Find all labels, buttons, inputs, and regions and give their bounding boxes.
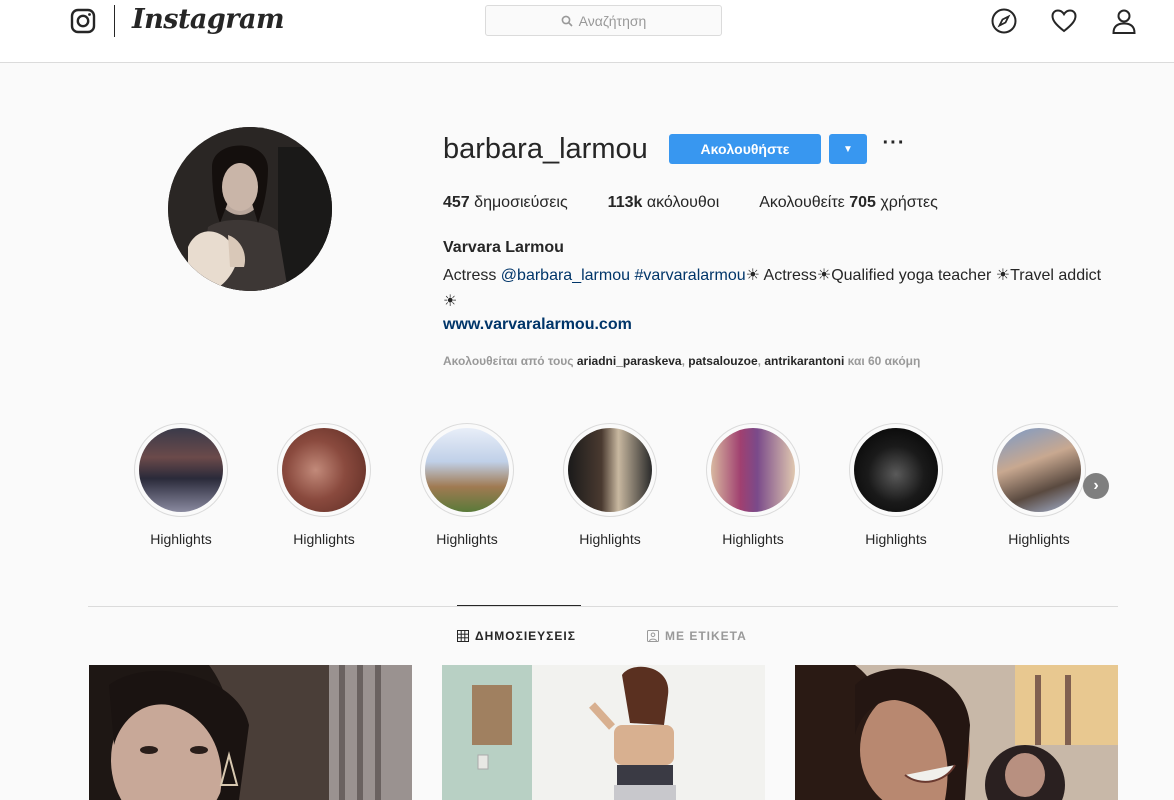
profile-username: barbara_larmou [443, 133, 648, 165]
highlight-item[interactable]: Highlights [560, 423, 660, 547]
highlight-label: Highlights [436, 531, 498, 547]
follow-button[interactable]: Ακολουθήστε [669, 134, 821, 164]
instagram-glyph-icon[interactable] [70, 8, 96, 34]
highlight-ring [706, 423, 800, 517]
highlight-item[interactable]: Highlights [703, 423, 803, 547]
profile-bio: Actress @barbara_larmou #varvaralarmou☀ … [443, 263, 1113, 315]
following-count: 705 [849, 194, 876, 211]
highlight-label: Highlights [722, 531, 784, 547]
top-navigation: Instagram Αναζήτηση [0, 0, 1174, 63]
highlight-item[interactable]: Highlights [846, 423, 946, 547]
tabs-divider [88, 606, 1118, 607]
post-thumbnail[interactable] [795, 665, 1118, 800]
profile-stats: 457 δημοσιεύσεις 113k ακόλουθοι Ακολουθε… [443, 194, 978, 212]
post-image [795, 665, 1118, 800]
followed-by-name: antrikarantoni [764, 354, 845, 368]
search-input[interactable]: Αναζήτηση [485, 5, 722, 36]
bio-text-start: Actress [443, 267, 501, 284]
highlight-cover [568, 428, 652, 512]
highlights-next-button[interactable]: › [1083, 473, 1109, 499]
highlight-cover [282, 428, 366, 512]
highlight-cover [425, 428, 509, 512]
followed-by-name: ariadni_paraskeva [576, 354, 682, 368]
following-prefix: Ακολουθείτε [759, 194, 845, 211]
compass-icon[interactable] [990, 7, 1018, 35]
bio-hashtag-link[interactable]: #varvaralarmou [634, 267, 745, 284]
followed-by-prefix: Ακολουθείται από τους [443, 354, 577, 368]
following-suffix: χρήστες [880, 194, 938, 211]
tab-posts-label: ΔΗΜΟΣΙΕΥΣΕΙΣ [475, 629, 576, 643]
heart-icon[interactable] [1050, 7, 1078, 35]
search-icon [561, 15, 573, 27]
highlight-ring [420, 423, 514, 517]
highlight-ring [277, 423, 371, 517]
bio-mention-link[interactable]: @barbara_larmou [501, 267, 630, 284]
followers-label: ακόλουθοι [646, 194, 720, 211]
highlight-cover [997, 428, 1081, 512]
following-stat[interactable]: Ακολουθείτε 705 χρήστες [759, 194, 938, 212]
highlight-item[interactable]: Highlights [989, 423, 1089, 547]
followed-by-suffix: και 60 ακόμη [844, 354, 921, 368]
active-tab-indicator [457, 605, 581, 606]
highlight-label: Highlights [579, 531, 641, 547]
post-thumbnail[interactable] [89, 665, 412, 800]
avatar-photo [168, 127, 332, 291]
followed-by-text[interactable]: Ακολουθείται από τους ariadni_paraskeva,… [443, 354, 920, 368]
grid-icon [457, 630, 469, 642]
highlight-item[interactable]: Highlights [131, 423, 231, 547]
instagram-wordmark[interactable]: Instagram [132, 4, 285, 35]
posts-label: δημοσιεύσεις [474, 194, 568, 211]
highlight-label: Highlights [1008, 531, 1070, 547]
highlight-label: Highlights [865, 531, 927, 547]
highlight-ring [992, 423, 1086, 517]
more-options-button[interactable]: ··· [880, 133, 908, 161]
story-highlights-tray: Highlights Highlights Highlights Highlig… [131, 423, 1121, 553]
followed-by-name: patsalouzoe [688, 354, 758, 368]
posts-count: 457 [443, 194, 470, 211]
highlight-label: Highlights [150, 531, 212, 547]
tagged-user-icon [647, 630, 659, 642]
tab-tagged[interactable]: ΜΕ ΕΤΙΚΕΤΑ [647, 629, 747, 643]
suggestions-dropdown-button[interactable]: ▼ [829, 134, 867, 164]
profile-full-name: Varvara Larmou [443, 239, 564, 256]
post-image [89, 665, 412, 800]
highlight-ring [563, 423, 657, 517]
search-placeholder: Αναζήτηση [578, 12, 647, 29]
highlight-item[interactable]: Highlights [274, 423, 374, 547]
profile-avatar[interactable] [168, 127, 332, 291]
highlight-cover [139, 428, 223, 512]
highlight-ring [134, 423, 228, 517]
followers-count: 113k [607, 194, 643, 211]
tab-tagged-label: ΜΕ ΕΤΙΚΕΤΑ [665, 629, 747, 643]
highlight-ring [849, 423, 943, 517]
followers-stat[interactable]: 113k ακόλουθοι [608, 194, 720, 212]
highlight-cover [711, 428, 795, 512]
posts-stat: 457 δημοσιεύσεις [443, 194, 568, 212]
highlight-cover [854, 428, 938, 512]
post-image [442, 665, 765, 800]
post-thumbnail[interactable] [442, 665, 765, 800]
highlight-label: Highlights [293, 531, 355, 547]
user-icon[interactable] [1110, 7, 1138, 35]
tab-posts[interactable]: ΔΗΜΟΣΙΕΥΣΕΙΣ [457, 629, 576, 643]
profile-website-link[interactable]: www.varvaralarmou.com [443, 316, 632, 334]
logo-divider [114, 5, 115, 37]
highlight-item[interactable]: Highlights [417, 423, 517, 547]
